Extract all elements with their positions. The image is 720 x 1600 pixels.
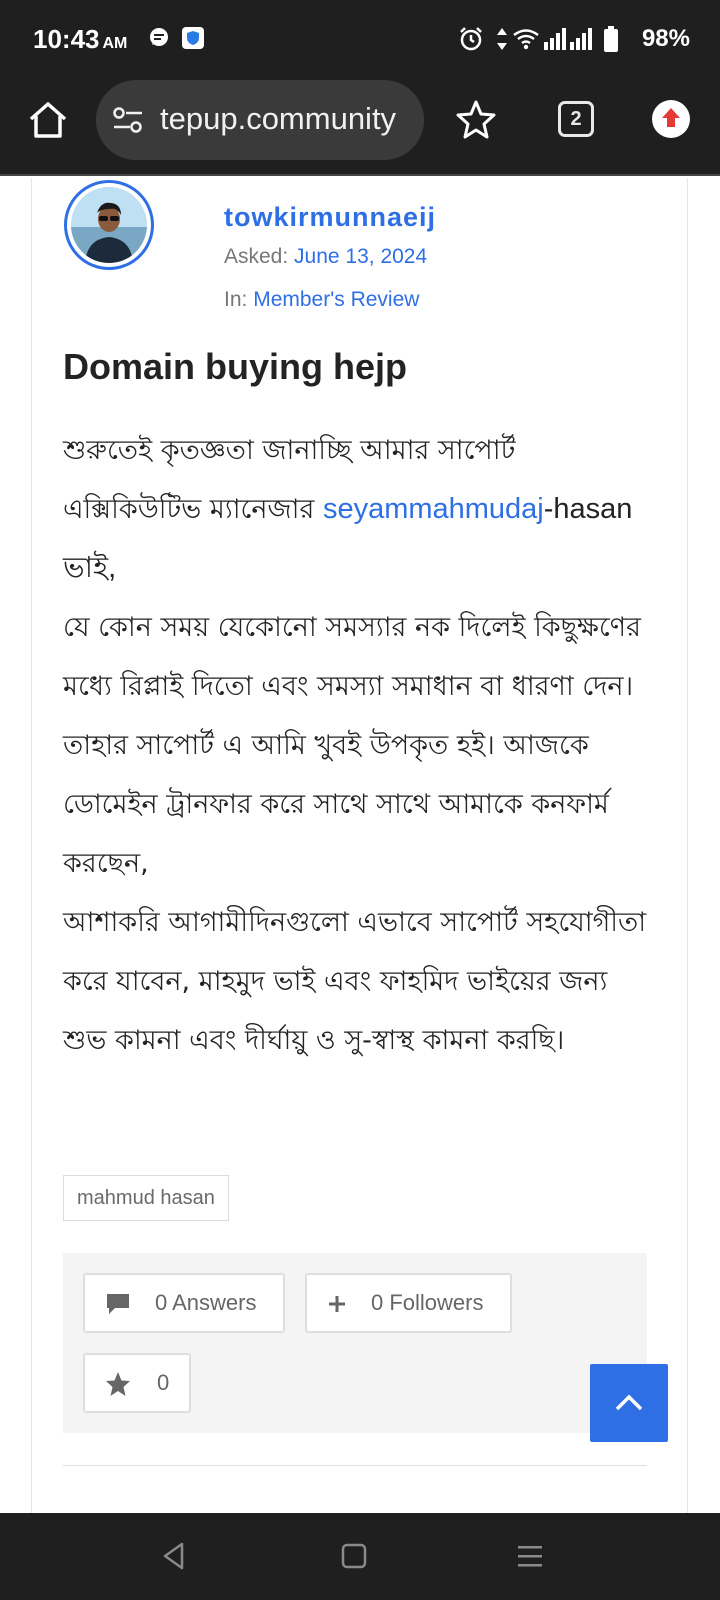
battery-percent: 98% [641,25,690,52]
shield-app-icon [182,27,204,49]
tabs-icon[interactable]: 2 [558,101,594,137]
page-content: towkirmunnaeij Asked: June 13, 2024 In: … [0,178,720,1513]
category-label: In: [224,288,248,311]
update-menu-icon[interactable] [652,100,690,138]
body-paragraph-1: শুরুতেই কৃতজ্ঞতা জানাচ্ছি আমার সাপোর্ট এ… [63,421,653,598]
home-nav-icon[interactable] [341,1541,367,1571]
battery-icon [604,26,618,52]
asked-date-link[interactable]: June 13, 2024 [294,245,427,268]
back-nav-icon[interactable] [160,1541,188,1571]
avatar[interactable] [64,180,154,270]
favorites-count: 0 [157,1370,170,1395]
address-bar[interactable]: tepup.community [96,80,424,160]
avatar-photo [71,187,147,263]
recents-nav-icon[interactable] [516,1541,544,1571]
author-name[interactable]: towkirmunnaeij [224,202,436,233]
asked-label: Asked: [224,245,289,268]
system-nav-bar [0,1513,720,1600]
data-arrows-icon [497,28,507,50]
question-body: শুরুতেই কৃতজ্ঞতা জানাচ্ছি আমার সাপোর্ট এ… [63,421,653,1070]
answers-button[interactable]: 0 Answers [83,1273,285,1333]
plus-icon [329,1296,345,1312]
avatar-portrait-icon [71,187,147,263]
category-row: In: Member's Review [224,288,419,312]
wifi-icon [513,29,539,50]
message-icon [150,28,168,46]
answers-count: 0 Answers [155,1290,257,1315]
status-time: 10:43 AM [33,24,127,55]
asked-date-row: Asked: June 13, 2024 [224,245,427,269]
status-bar: 10:43 AM 98% [0,0,720,76]
category-link[interactable]: Member's Review [253,288,419,311]
site-settings-icon[interactable] [112,106,144,134]
question-actions: 0 Answers 0 Followers 0 [63,1253,647,1433]
star-filled-icon [106,1372,130,1396]
back-to-top-button[interactable] [590,1364,668,1442]
signal-icon [544,28,566,50]
clock-time: 10:43 [33,24,100,54]
star-icon[interactable] [454,98,498,142]
section-divider [63,1465,647,1466]
clock-ampm: AM [102,35,128,52]
favorite-button[interactable]: 0 [83,1353,191,1413]
comment-icon [107,1294,129,1314]
chevron-up-icon [615,1394,643,1411]
home-icon[interactable] [26,98,70,142]
signal-icon-2 [570,28,592,50]
mention-link[interactable]: seyammahmudaj [323,493,544,525]
follow-button[interactable]: 0 Followers [305,1273,512,1333]
question-title: Domain buying hejp [63,346,408,387]
question-card: towkirmunnaeij Asked: June 13, 2024 In: … [31,178,688,1513]
url-text[interactable]: tepup.community [160,101,418,137]
tag-chip[interactable]: mahmud hasan [63,1175,229,1221]
update-arrow-icon [662,108,680,127]
body-paragraph-2: যে কোন সময় যেকোনো সমস্যার নক দিলেই কিছু… [63,612,641,879]
alarm-icon [460,27,482,51]
browser-toolbar: tepup.community 2 [0,76,720,176]
followers-count: 0 Followers [371,1290,484,1315]
body-paragraph-3: আশাকরি আগামীদিনগুলো এভাবে সাপোর্ট সহযোগী… [63,907,647,1056]
